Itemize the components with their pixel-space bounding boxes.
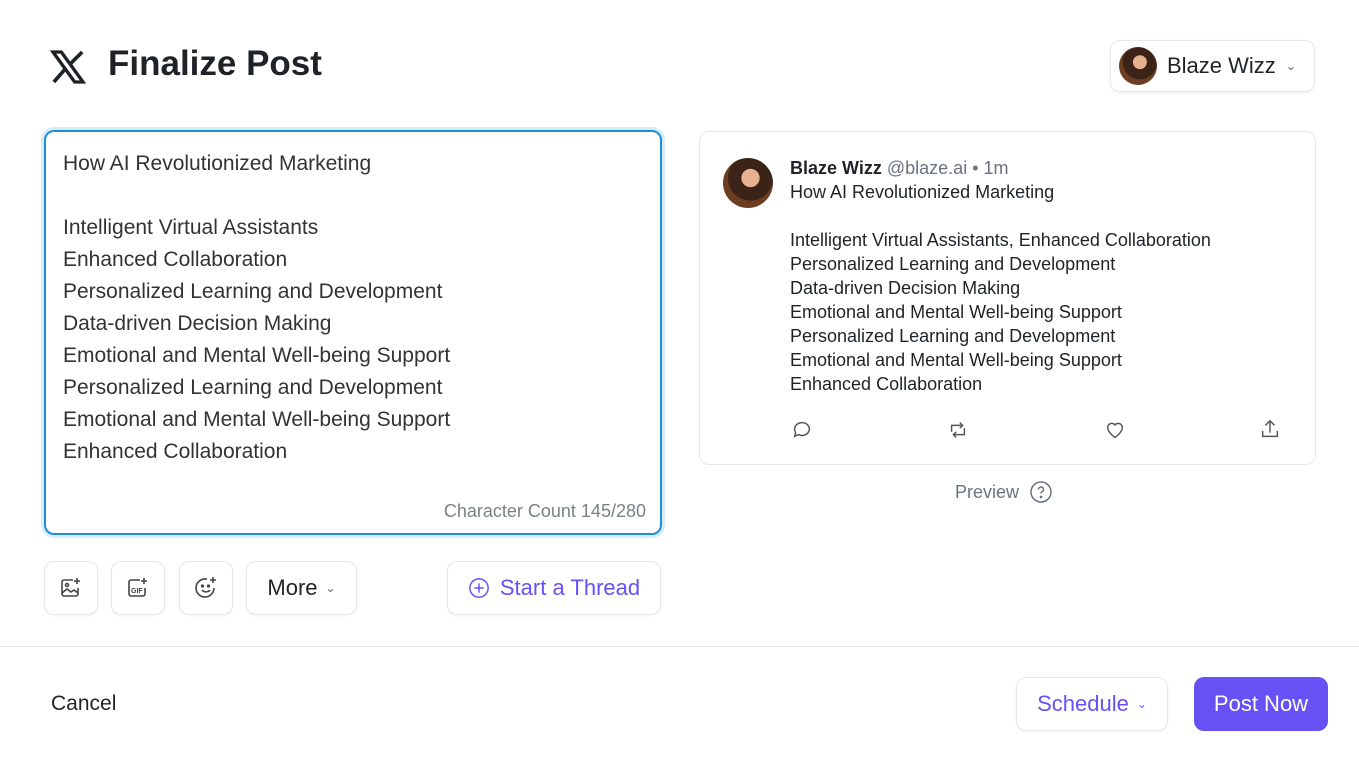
reply-icon[interactable] [791, 419, 813, 441]
post-textarea[interactable]: How AI Revolutionized Marketing Intellige… [44, 130, 662, 535]
add-emoji-button[interactable] [179, 561, 233, 615]
schedule-label: Schedule [1037, 691, 1129, 716]
text-line: Intelligent Virtual Assistants, Enhanced… [790, 230, 1211, 250]
repost-icon[interactable] [947, 419, 969, 441]
help-icon[interactable] [1029, 480, 1053, 504]
svg-text:GIF: GIF [131, 588, 143, 595]
text-line: Emotional and Mental Well-being Support [790, 350, 1122, 370]
text-line: Emotional and Mental Well-being Support [790, 302, 1122, 322]
gif-add-icon: GIF [128, 578, 147, 597]
plus-circle-icon [468, 578, 489, 598]
account-name: Blaze Wizz [1167, 53, 1276, 78]
text-line: Enhanced Collaboration [63, 248, 288, 271]
more-dropdown[interactable]: More ⌄ [246, 561, 357, 615]
emoji-add-icon [195, 577, 216, 598]
share-icon[interactable] [1259, 417, 1281, 441]
character-count: Character Count 145/280 [443, 501, 646, 521]
tweet-preview-card: Blaze Wizz @blaze.ai • 1m How AI Revolut… [699, 131, 1316, 465]
text-line: Enhanced Collaboration [63, 440, 288, 463]
preview-avatar [723, 158, 773, 208]
preview-name: Blaze Wizz [790, 158, 882, 178]
preview-time: • 1m [972, 158, 1009, 178]
start-thread-button[interactable]: Start a Thread [447, 561, 661, 615]
text-line: Data-driven Decision Making [63, 312, 332, 335]
text-line: Personalized Learning and Development [63, 376, 443, 399]
text-line [790, 204, 1211, 228]
more-label: More [267, 575, 318, 600]
chevron-down-icon: ⌄ [1136, 697, 1147, 711]
start-thread-label: Start a Thread [499, 575, 641, 600]
text-line [63, 180, 643, 212]
text-line: Intelligent Virtual Assistants [63, 216, 319, 239]
avatar [1119, 47, 1157, 85]
text-line: Data-driven Decision Making [790, 278, 1021, 298]
account-switcher[interactable]: Blaze Wizz ⌄ [1110, 40, 1315, 92]
text-line: How AI Revolutionized Marketing [790, 182, 1055, 202]
add-image-button[interactable] [44, 561, 98, 615]
page-title: Finalize Post [108, 44, 322, 83]
image-add-icon [61, 578, 80, 597]
text-line: How AI Revolutionized Marketing [63, 152, 372, 175]
text-line: Enhanced Collaboration [790, 374, 983, 394]
text-line: Emotional and Mental Well-being Support [63, 344, 451, 367]
cancel-button[interactable]: Cancel [51, 692, 116, 716]
heart-icon[interactable] [1103, 419, 1127, 441]
preview-label: Preview [955, 481, 1020, 502]
x-logo-icon [49, 50, 87, 84]
text-line: Personalized Learning and Development [790, 326, 1116, 346]
footer-divider [0, 646, 1359, 647]
text-line: Personalized Learning and Development [63, 280, 443, 303]
chevron-down-icon: ⌄ [325, 581, 336, 595]
preview-handle: @blaze.ai [886, 158, 968, 178]
schedule-dropdown[interactable]: Schedule ⌄ [1016, 677, 1168, 731]
text-line: Emotional and Mental Well-being Support [63, 408, 451, 431]
chevron-down-icon: ⌄ [1285, 59, 1296, 73]
text-line: Personalized Learning and Development [790, 254, 1116, 274]
add-gif-button[interactable]: GIF [111, 561, 165, 615]
post-now-button[interactable]: Post Now [1194, 677, 1328, 731]
